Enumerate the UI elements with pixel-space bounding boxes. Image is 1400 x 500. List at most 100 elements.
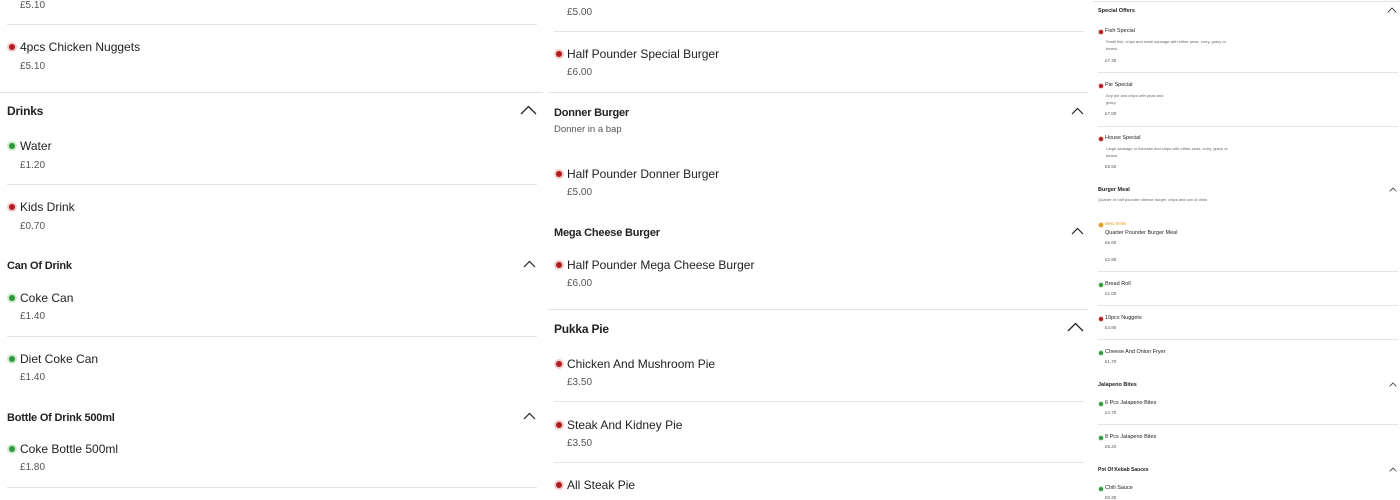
- item-name: Kids Drink: [20, 200, 75, 214]
- item-description: beans.: [1106, 46, 1119, 51]
- best-seller-badge: Best Seller: [1105, 221, 1127, 226]
- category-title: Pukka Pie: [554, 322, 609, 336]
- divider: [1098, 424, 1398, 425]
- item-price: £1.40: [20, 311, 46, 322]
- item-name: Diet Coke Can: [20, 352, 99, 366]
- non-veg-indicator-icon: [1099, 317, 1103, 321]
- veg-indicator-icon: [1099, 402, 1103, 406]
- item-name: All Steak Pie: [567, 478, 636, 492]
- non-veg-indicator-icon: [1099, 137, 1103, 141]
- category-title: Donner Burger: [554, 107, 630, 119]
- item-name: Bread Roll: [1105, 281, 1131, 287]
- item-price: £5.00: [567, 7, 593, 18]
- item-price: £1.40: [20, 372, 46, 383]
- chevron-up-icon[interactable]: [1067, 322, 1084, 332]
- item-price: £0.70: [20, 221, 46, 232]
- category-title: Burger Meal: [1098, 187, 1130, 193]
- non-veg-indicator-icon: [9, 44, 15, 50]
- divider: [1098, 126, 1398, 127]
- item-name: Water: [20, 139, 52, 153]
- item-price: £3.50: [567, 438, 593, 449]
- category-title: Drinks: [7, 104, 44, 118]
- non-veg-indicator-icon: [556, 51, 562, 57]
- item-price: £1.80: [20, 462, 46, 473]
- chevron-up-icon[interactable]: [523, 260, 536, 268]
- item-price: £6.60: [1105, 240, 1117, 245]
- item-price: £3.50: [567, 377, 593, 388]
- item-name: Coke Bottle 500ml: [20, 442, 119, 456]
- item-name: 4pcs Chicken Nuggets: [20, 40, 141, 54]
- category-title: Mega Cheese Burger: [554, 227, 660, 239]
- item-name: Pie Special: [1105, 82, 1133, 88]
- menu-column-center: £5.00 Half Pounder Special Burger £6.00 …: [548, 0, 1088, 500]
- non-veg-indicator-icon: [556, 171, 562, 177]
- item-name: Fish Special: [1105, 28, 1135, 34]
- divider: [7, 24, 537, 25]
- category-title: Bottle Of Drink 500ml: [7, 412, 115, 424]
- item-price: £5.10: [20, 61, 46, 72]
- veg-indicator-icon: [1099, 487, 1103, 491]
- divider: [7, 487, 537, 488]
- chevron-up-icon[interactable]: [523, 412, 536, 420]
- item-price: £6.00: [567, 278, 593, 289]
- item-name: Half Pounder Donner Burger: [567, 167, 720, 181]
- item-price: £2.90: [1105, 257, 1117, 262]
- category-title: Can Of Drink: [7, 260, 72, 272]
- item-description: Large sausage or fishcake and chips with…: [1106, 146, 1228, 151]
- divider: [1098, 72, 1398, 73]
- item-name: House Special: [1105, 135, 1141, 141]
- item-name: 8 Pcs Jalapeno Bites: [1105, 434, 1157, 440]
- veg-indicator-icon: [9, 295, 15, 301]
- non-veg-indicator-icon: [556, 361, 562, 367]
- non-veg-indicator-icon: [556, 482, 562, 488]
- chevron-up-icon[interactable]: [1071, 227, 1084, 235]
- divider: [554, 401, 1084, 402]
- item-name: Coke Can: [20, 291, 74, 305]
- item-name: Cheese And Onion Fryer: [1105, 349, 1166, 355]
- divider: [1098, 339, 1398, 340]
- item-price: £1.20: [20, 160, 46, 171]
- divider: [7, 184, 537, 185]
- veg-indicator-icon: [9, 446, 15, 452]
- category-title: Jalapeno Bites: [1098, 382, 1137, 388]
- menu-column-left: £5.10 4pcs Chicken Nuggets £5.10 Drinks …: [0, 0, 543, 500]
- non-veg-indicator-icon: [9, 204, 15, 210]
- chevron-up-icon[interactable]: [1389, 382, 1397, 387]
- divider: [554, 462, 1084, 463]
- divider: [1098, 305, 1398, 306]
- category-title: Pot Of Kebab Sauces: [1098, 467, 1149, 473]
- item-price: £4.70: [1105, 410, 1117, 415]
- item-description: Small fish, chips and small sausage with…: [1106, 39, 1226, 44]
- item-name: Chicken And Mushroom Pie: [567, 357, 716, 371]
- item-name: Chili Sauce: [1105, 485, 1133, 491]
- item-price: £7.30: [1105, 58, 1117, 63]
- divider: [1098, 271, 1398, 272]
- category-title: Special Offers: [1098, 8, 1135, 14]
- chevron-up-icon[interactable]: [1387, 7, 1397, 13]
- item-name: 10pcs Nuggets: [1105, 315, 1142, 321]
- veg-indicator-icon: [1099, 436, 1103, 440]
- item-price: £6.00: [567, 67, 593, 78]
- chevron-up-icon[interactable]: [520, 105, 537, 115]
- item-price: £1.00: [1105, 291, 1117, 296]
- item-price: £5.50: [1105, 164, 1117, 169]
- best-seller-indicator-icon: [1099, 223, 1103, 227]
- divider: [548, 309, 1088, 310]
- item-price: £5.10: [20, 0, 46, 11]
- item-price: £6.20: [1105, 444, 1117, 449]
- category-subtitle: Donner in a bap: [554, 124, 622, 135]
- item-price: £1.70: [1105, 359, 1117, 364]
- divider: [554, 31, 1084, 32]
- veg-indicator-icon: [9, 356, 15, 362]
- menu-column-right: Special Offers Fish Special Small fish, …: [1093, 0, 1400, 500]
- item-price: £4.80: [1105, 325, 1117, 330]
- item-price: £5.00: [567, 187, 593, 198]
- item-name: Half Pounder Mega Cheese Burger: [567, 258, 755, 272]
- non-veg-indicator-icon: [1099, 30, 1103, 34]
- item-description: gravy.: [1106, 100, 1117, 105]
- chevron-up-icon[interactable]: [1389, 467, 1397, 472]
- item-price: £0.30: [1105, 495, 1117, 500]
- non-veg-indicator-icon: [1099, 84, 1103, 88]
- chevron-up-icon[interactable]: [1071, 107, 1084, 115]
- chevron-up-icon[interactable]: [1389, 187, 1397, 192]
